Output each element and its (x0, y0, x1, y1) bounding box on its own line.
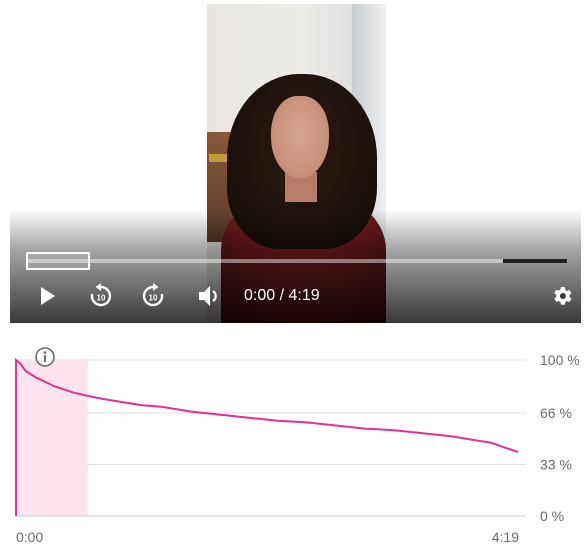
y-tick-label: 66 % (540, 405, 572, 421)
progress-bar-end (503, 259, 567, 263)
person-face (271, 96, 329, 178)
settings-button[interactable] (548, 280, 576, 312)
info-button[interactable] (35, 347, 55, 367)
info-icon (43, 351, 47, 362)
forward-10-button[interactable]: 10 (138, 280, 168, 312)
volume-button[interactable] (196, 280, 224, 312)
video-player[interactable]: 10 10 0:00 / 4:19 (10, 4, 581, 323)
gear-icon (554, 287, 572, 305)
time-total: 4:19 (288, 287, 320, 304)
y-tick-label: 33 % (540, 457, 572, 473)
rewind-seconds-label: 10 (97, 294, 106, 303)
highlight-region (16, 360, 88, 516)
background-shelf-item (209, 154, 229, 162)
y-tick-labels: 100 % 66 % 33 % 0 % (540, 352, 580, 524)
x-tick-label: 0:00 (16, 529, 43, 545)
rewind-10-button[interactable]: 10 (86, 280, 116, 312)
x-tick-label: 4:19 (492, 529, 519, 545)
time-current: 0:00 (244, 287, 276, 304)
time-separator: / (275, 287, 289, 304)
progress-bar[interactable] (26, 259, 567, 263)
play-icon (41, 287, 55, 305)
time-display: 0:00 / 4:19 (244, 286, 320, 306)
play-button[interactable] (34, 280, 62, 312)
retention-line[interactable] (15, 357, 519, 516)
scrub-preview-frame[interactable] (26, 252, 90, 270)
retention-chart: 100 % 66 % 33 % 0 % 0:00 4:19 (15, 347, 580, 545)
x-tick-labels: 0:00 4:19 (16, 529, 519, 545)
volume-icon (199, 286, 217, 306)
forward-10-icon: 10 (142, 283, 164, 307)
grid-lines (16, 359, 526, 466)
y-tick-label: 0 % (540, 508, 564, 524)
replay-10-icon: 10 (90, 283, 112, 307)
y-tick-label: 100 % (540, 352, 580, 368)
forward-seconds-label: 10 (149, 294, 158, 303)
